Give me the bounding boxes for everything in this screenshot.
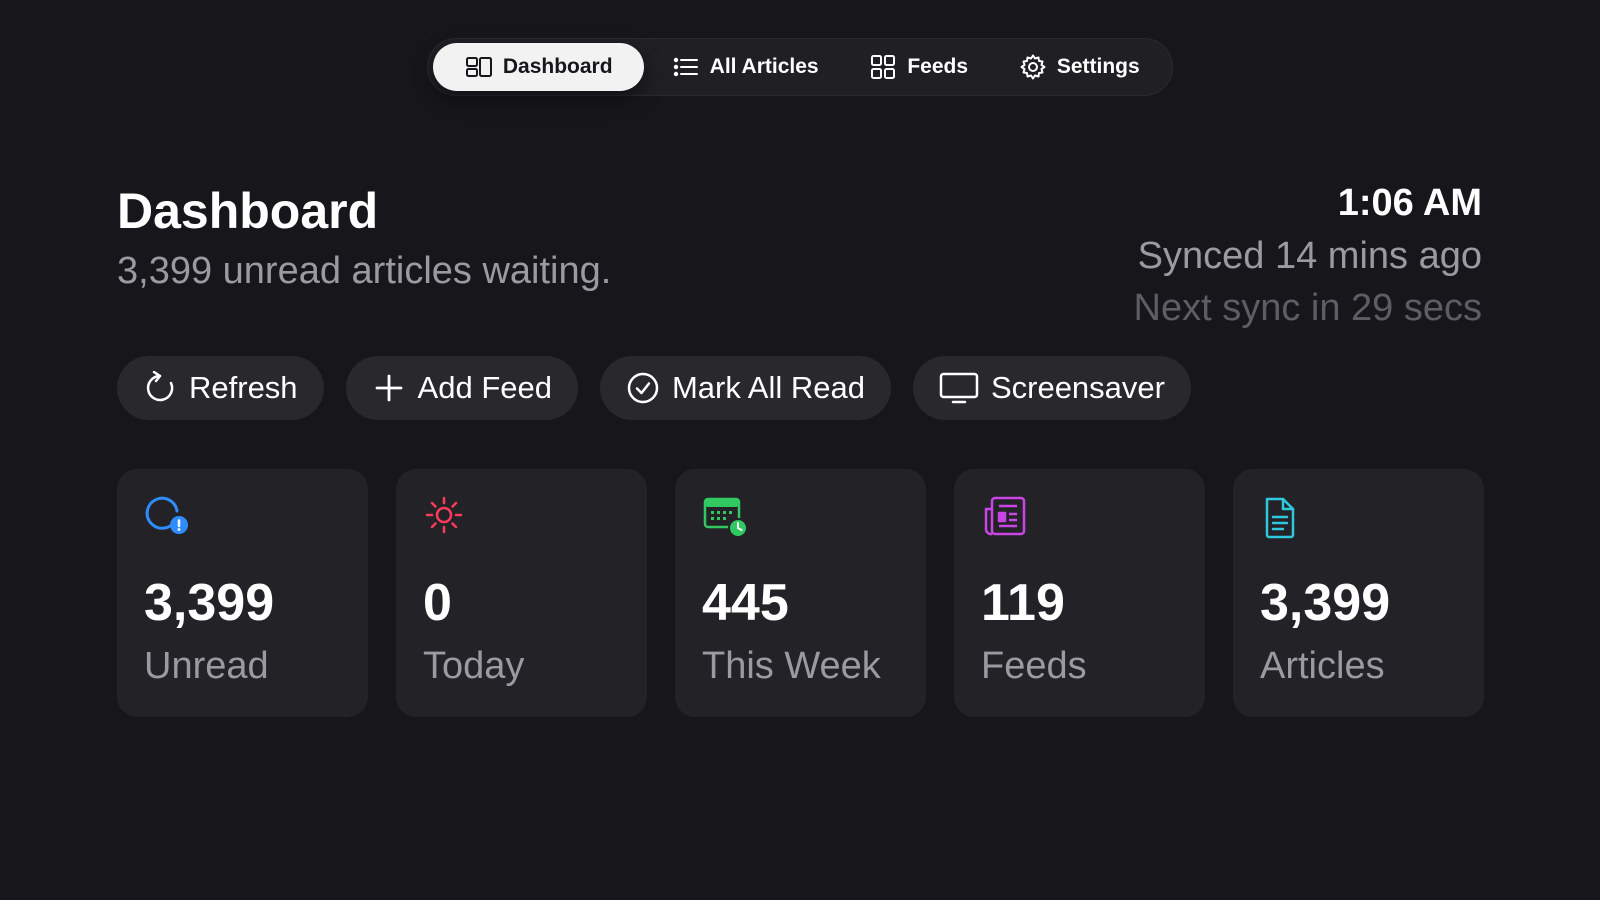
mark-all-read-button[interactable]: Mark All Read — [599, 356, 891, 420]
page-title: Dashboard — [117, 183, 379, 239]
gear-icon — [1020, 54, 1046, 80]
stat-card-articles[interactable]: 3,399 Articles — [1233, 469, 1484, 717]
newspaper-icon — [984, 496, 1026, 536]
unread-icon — [145, 496, 188, 534]
refresh-label: Refresh — [189, 370, 298, 405]
plus-icon — [375, 374, 402, 402]
stat-card-feeds[interactable]: 119 Feeds — [954, 469, 1205, 717]
next-sync: Next sync in 29 secs — [1133, 287, 1482, 329]
stat-label: This Week — [702, 645, 881, 687]
stat-value: 119 — [981, 574, 1065, 632]
stat-value: 0 — [423, 574, 452, 632]
stat-value: 445 — [702, 574, 789, 632]
stat-card-this-week[interactable]: 445 This Week — [675, 469, 926, 717]
tab-settings[interactable]: Settings — [991, 43, 1167, 91]
top-nav: Dashboard All Articles Feeds Settings — [427, 38, 1173, 96]
screensaver-button[interactable]: Screensaver — [912, 356, 1191, 420]
tab-label: Settings — [1056, 55, 1140, 78]
add-feed-label: Add Feed — [417, 370, 552, 405]
tab-label: Dashboard — [502, 55, 613, 78]
stat-label: Articles — [1260, 645, 1385, 687]
tab-dashboard[interactable]: Dashboard — [433, 43, 645, 91]
tab-feeds[interactable]: Feeds — [846, 43, 992, 91]
screensaver-label: Screensaver — [990, 370, 1165, 405]
sun-icon — [425, 496, 463, 534]
clock: 1:06 AM — [1337, 182, 1482, 224]
stat-value: 3,399 — [144, 574, 275, 632]
stats-row: 3,399 Unread 0 Today 445 This Week 119 F… — [117, 469, 1484, 717]
monitor-icon — [939, 372, 979, 404]
stat-label: Feeds — [981, 645, 1087, 687]
calendar-clock-icon — [703, 497, 748, 538]
tab-label: Feeds — [907, 55, 969, 78]
stat-card-unread[interactable]: 3,399 Unread — [117, 469, 368, 717]
stat-value: 3,399 — [1260, 574, 1391, 632]
stat-label: Unread — [144, 645, 269, 687]
stat-card-today[interactable]: 0 Today — [396, 469, 647, 717]
add-feed-button[interactable]: Add Feed — [345, 356, 578, 420]
dashboard-icon — [465, 57, 492, 77]
document-icon — [1265, 497, 1295, 539]
check-circle-icon — [627, 372, 659, 404]
mark-all-read-label: Mark All Read — [671, 370, 865, 405]
action-bar: Refresh Add Feed Mark All Read Screensav… — [117, 356, 1191, 420]
tab-all-articles[interactable]: All Articles — [644, 43, 845, 91]
grid-icon — [871, 55, 896, 79]
refresh-icon — [146, 371, 174, 402]
stat-label: Today — [423, 645, 525, 687]
tab-label: All Articles — [709, 55, 819, 78]
list-icon — [673, 57, 698, 77]
refresh-button[interactable]: Refresh — [117, 356, 324, 420]
last-synced: Synced 14 mins ago — [1137, 235, 1482, 277]
sync-status: 1:06 AM Synced 14 mins ago Next sync in … — [1134, 180, 1482, 334]
unread-summary: 3,399 unread articles waiting. — [117, 250, 612, 292]
